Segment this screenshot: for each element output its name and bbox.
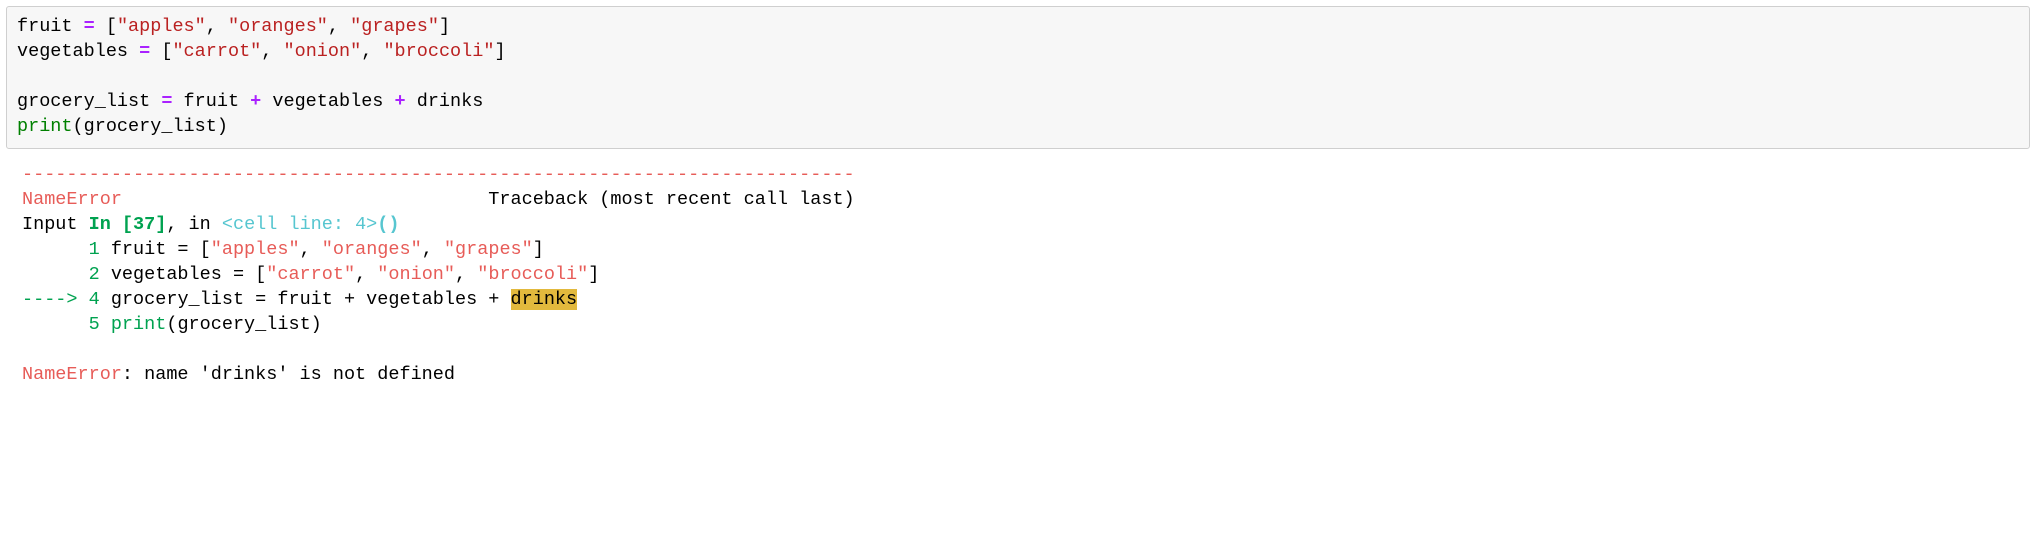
code-token: grocery_list	[84, 116, 217, 137]
code-token: ,	[328, 16, 350, 37]
traceback-text: "broccoli"	[477, 264, 588, 285]
code-token: ]	[494, 41, 505, 62]
traceback-text: vegetables = [	[100, 264, 267, 285]
code-input-cell[interactable]: fruit = ["apples", "oranges", "grapes"] …	[6, 6, 2030, 149]
code-token: [	[161, 41, 172, 62]
error-name: NameError	[22, 189, 122, 210]
traceback-text: , in	[166, 214, 222, 235]
code-token: ]	[439, 16, 450, 37]
traceback-cell-line: <cell line: 4>	[222, 214, 377, 235]
code-token: fruit	[184, 91, 240, 112]
code-token: fruit	[17, 16, 73, 37]
traceback-text: "oranges"	[322, 239, 422, 260]
code-token: "carrot"	[172, 41, 261, 62]
error-message: : name 'drinks' is not defined	[122, 364, 455, 385]
traceback-text: (grocery_list)	[166, 314, 321, 335]
traceback-lineno: 2	[22, 264, 100, 285]
traceback-text: "grapes"	[444, 239, 533, 260]
code-token: "broccoli"	[383, 41, 494, 62]
traceback-lineno: 5	[22, 314, 100, 335]
code-token: vegetables	[272, 91, 383, 112]
code-token: ,	[206, 16, 228, 37]
traceback-text: Input	[22, 214, 89, 235]
traceback-highlight: drinks	[511, 289, 578, 310]
traceback-text: print	[111, 314, 167, 335]
traceback-arrow: ---->	[22, 289, 89, 310]
code-token: =	[73, 16, 106, 37]
traceback-text: ,	[300, 239, 322, 260]
traceback-text: "apples"	[211, 239, 300, 260]
traceback-lineno: 1	[22, 239, 100, 260]
traceback-label: Traceback (most recent call last)	[122, 189, 855, 210]
code-token: ,	[261, 41, 283, 62]
traceback-text: grocery_list = fruit + vegetables +	[100, 289, 511, 310]
traceback-text: ,	[422, 239, 444, 260]
traceback-text: ,	[455, 264, 477, 285]
traceback-text: ]	[588, 264, 599, 285]
code-token: )	[217, 116, 228, 137]
code-token: "oranges"	[228, 16, 328, 37]
traceback-in-label: In [37]	[89, 214, 167, 235]
code-token: drinks	[417, 91, 484, 112]
code-token: +	[383, 91, 416, 112]
traceback-text: ]	[533, 239, 544, 260]
traceback-text: fruit = [	[100, 239, 211, 260]
traceback-text	[100, 314, 111, 335]
code-token: =	[128, 41, 161, 62]
code-token: +	[239, 91, 272, 112]
traceback-text: "onion"	[377, 264, 455, 285]
error-name: NameError	[22, 364, 122, 385]
code-token: print	[17, 116, 73, 137]
code-token: vegetables	[17, 41, 128, 62]
code-token: (	[73, 116, 84, 137]
code-token: "grapes"	[350, 16, 439, 37]
traceback-separator: ----------------------------------------…	[22, 164, 855, 185]
traceback-text: "carrot"	[266, 264, 355, 285]
traceback-lineno: 4	[89, 289, 100, 310]
code-token: grocery_list	[17, 91, 150, 112]
code-token: "apples"	[117, 16, 206, 37]
code-token: ,	[361, 41, 383, 62]
code-token: "onion"	[284, 41, 362, 62]
code-token: =	[150, 91, 183, 112]
code-output-cell: ----------------------------------------…	[0, 159, 2036, 394]
traceback-text: ()	[377, 214, 399, 235]
traceback-text: ,	[355, 264, 377, 285]
code-token: [	[106, 16, 117, 37]
